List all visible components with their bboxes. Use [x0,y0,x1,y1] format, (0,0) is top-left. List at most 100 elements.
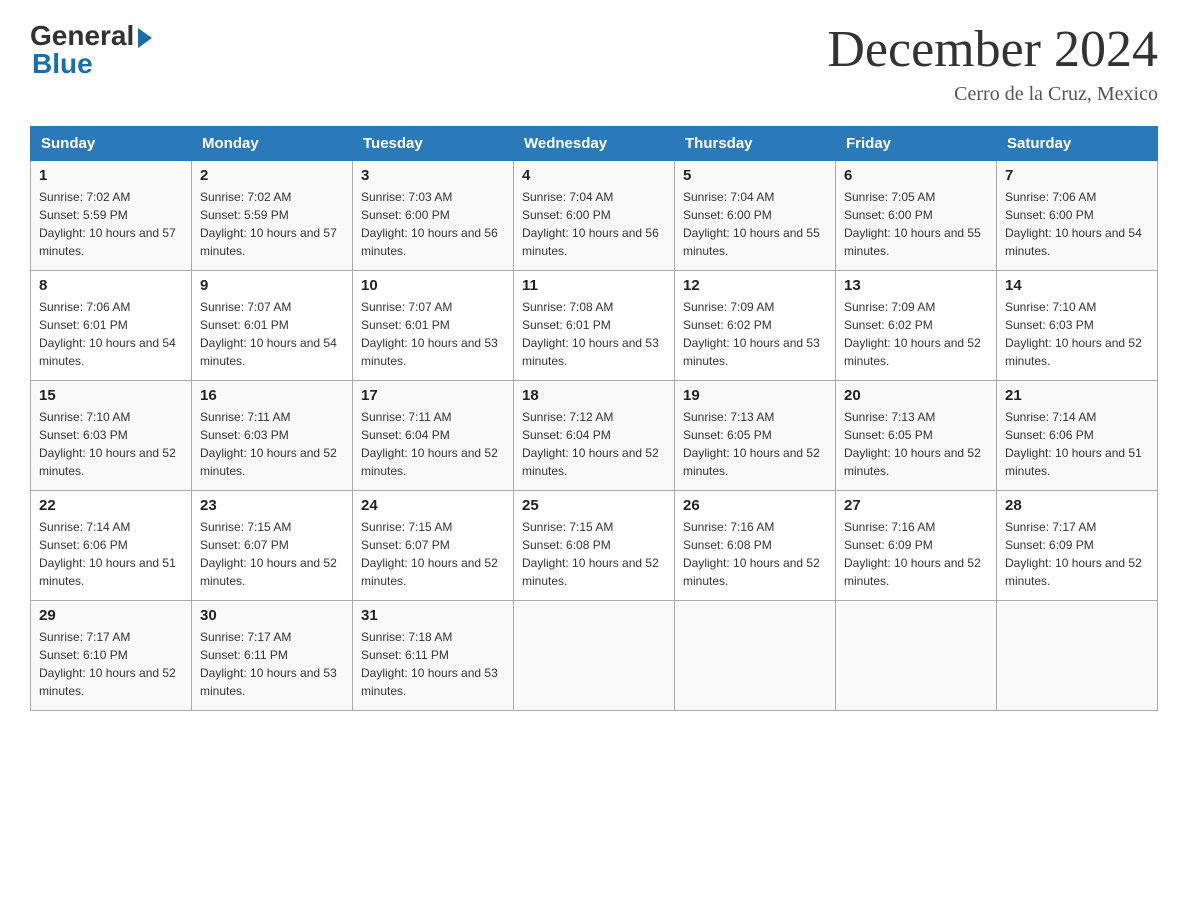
day-cell: 24 Sunrise: 7:15 AMSunset: 6:07 PMDaylig… [353,491,514,601]
day-info: Sunrise: 7:04 AMSunset: 6:00 PMDaylight:… [522,190,659,258]
day-number: 12 [683,277,827,294]
day-number: 18 [522,387,666,404]
day-number: 15 [39,387,183,404]
day-cell: 26 Sunrise: 7:16 AMSunset: 6:08 PMDaylig… [675,491,836,601]
day-info: Sunrise: 7:13 AMSunset: 6:05 PMDaylight:… [683,410,820,478]
day-number: 11 [522,277,666,294]
day-number: 30 [200,607,344,624]
day-info: Sunrise: 7:17 AMSunset: 6:09 PMDaylight:… [1005,520,1142,588]
day-cell: 15 Sunrise: 7:10 AMSunset: 6:03 PMDaylig… [31,381,192,491]
day-cell: 17 Sunrise: 7:11 AMSunset: 6:04 PMDaylig… [353,381,514,491]
day-info: Sunrise: 7:06 AMSunset: 6:01 PMDaylight:… [39,300,176,368]
day-cell: 20 Sunrise: 7:13 AMSunset: 6:05 PMDaylig… [836,381,997,491]
day-number: 22 [39,497,183,514]
day-cell: 4 Sunrise: 7:04 AMSunset: 6:00 PMDayligh… [514,161,675,271]
month-title: December 2024 [827,20,1158,79]
day-cell: 25 Sunrise: 7:15 AMSunset: 6:08 PMDaylig… [514,491,675,601]
day-cell: 18 Sunrise: 7:12 AMSunset: 6:04 PMDaylig… [514,381,675,491]
day-info: Sunrise: 7:12 AMSunset: 6:04 PMDaylight:… [522,410,659,478]
day-cell: 10 Sunrise: 7:07 AMSunset: 6:01 PMDaylig… [353,271,514,381]
day-cell [836,601,997,711]
week-row-4: 22 Sunrise: 7:14 AMSunset: 6:06 PMDaylig… [31,491,1158,601]
day-info: Sunrise: 7:15 AMSunset: 6:07 PMDaylight:… [361,520,498,588]
header-saturday: Saturday [997,127,1158,161]
day-number: 21 [1005,387,1149,404]
day-number: 27 [844,497,988,514]
day-number: 10 [361,277,505,294]
day-info: Sunrise: 7:17 AMSunset: 6:10 PMDaylight:… [39,630,176,698]
calendar-table: SundayMondayTuesdayWednesdayThursdayFrid… [30,126,1158,711]
day-number: 5 [683,167,827,184]
day-info: Sunrise: 7:16 AMSunset: 6:09 PMDaylight:… [844,520,981,588]
day-number: 23 [200,497,344,514]
day-info: Sunrise: 7:17 AMSunset: 6:11 PMDaylight:… [200,630,337,698]
day-info: Sunrise: 7:04 AMSunset: 6:00 PMDaylight:… [683,190,820,258]
day-cell: 21 Sunrise: 7:14 AMSunset: 6:06 PMDaylig… [997,381,1158,491]
day-cell: 11 Sunrise: 7:08 AMSunset: 6:01 PMDaylig… [514,271,675,381]
day-number: 29 [39,607,183,624]
day-info: Sunrise: 7:07 AMSunset: 6:01 PMDaylight:… [361,300,498,368]
day-info: Sunrise: 7:15 AMSunset: 6:08 PMDaylight:… [522,520,659,588]
day-number: 26 [683,497,827,514]
day-cell: 3 Sunrise: 7:03 AMSunset: 6:00 PMDayligh… [353,161,514,271]
day-info: Sunrise: 7:18 AMSunset: 6:11 PMDaylight:… [361,630,498,698]
header-thursday: Thursday [675,127,836,161]
day-info: Sunrise: 7:16 AMSunset: 6:08 PMDaylight:… [683,520,820,588]
logo: General Blue [30,20,152,80]
day-cell: 31 Sunrise: 7:18 AMSunset: 6:11 PMDaylig… [353,601,514,711]
day-info: Sunrise: 7:10 AMSunset: 6:03 PMDaylight:… [39,410,176,478]
logo-triangle-icon [138,28,152,48]
header-wednesday: Wednesday [514,127,675,161]
day-number: 3 [361,167,505,184]
day-number: 20 [844,387,988,404]
day-cell: 22 Sunrise: 7:14 AMSunset: 6:06 PMDaylig… [31,491,192,601]
day-number: 25 [522,497,666,514]
day-number: 14 [1005,277,1149,294]
day-number: 16 [200,387,344,404]
header-row: SundayMondayTuesdayWednesdayThursdayFrid… [31,127,1158,161]
day-info: Sunrise: 7:02 AMSunset: 5:59 PMDaylight:… [39,190,176,258]
day-number: 9 [200,277,344,294]
day-cell: 14 Sunrise: 7:10 AMSunset: 6:03 PMDaylig… [997,271,1158,381]
logo-blue-text: Blue [32,48,93,80]
day-info: Sunrise: 7:11 AMSunset: 6:03 PMDaylight:… [200,410,337,478]
day-info: Sunrise: 7:03 AMSunset: 6:00 PMDaylight:… [361,190,498,258]
day-cell: 5 Sunrise: 7:04 AMSunset: 6:00 PMDayligh… [675,161,836,271]
header-sunday: Sunday [31,127,192,161]
day-number: 24 [361,497,505,514]
day-number: 1 [39,167,183,184]
day-number: 6 [844,167,988,184]
day-cell: 7 Sunrise: 7:06 AMSunset: 6:00 PMDayligh… [997,161,1158,271]
day-info: Sunrise: 7:11 AMSunset: 6:04 PMDaylight:… [361,410,498,478]
header-friday: Friday [836,127,997,161]
day-info: Sunrise: 7:07 AMSunset: 6:01 PMDaylight:… [200,300,337,368]
day-number: 13 [844,277,988,294]
day-cell [997,601,1158,711]
day-number: 4 [522,167,666,184]
day-info: Sunrise: 7:05 AMSunset: 6:00 PMDaylight:… [844,190,981,258]
day-number: 2 [200,167,344,184]
day-number: 31 [361,607,505,624]
day-info: Sunrise: 7:08 AMSunset: 6:01 PMDaylight:… [522,300,659,368]
day-info: Sunrise: 7:13 AMSunset: 6:05 PMDaylight:… [844,410,981,478]
day-cell: 6 Sunrise: 7:05 AMSunset: 6:00 PMDayligh… [836,161,997,271]
day-info: Sunrise: 7:14 AMSunset: 6:06 PMDaylight:… [1005,410,1142,478]
day-cell: 29 Sunrise: 7:17 AMSunset: 6:10 PMDaylig… [31,601,192,711]
day-info: Sunrise: 7:06 AMSunset: 6:00 PMDaylight:… [1005,190,1142,258]
day-info: Sunrise: 7:14 AMSunset: 6:06 PMDaylight:… [39,520,176,588]
day-cell: 9 Sunrise: 7:07 AMSunset: 6:01 PMDayligh… [192,271,353,381]
day-cell: 27 Sunrise: 7:16 AMSunset: 6:09 PMDaylig… [836,491,997,601]
day-number: 7 [1005,167,1149,184]
day-cell: 1 Sunrise: 7:02 AMSunset: 5:59 PMDayligh… [31,161,192,271]
week-row-2: 8 Sunrise: 7:06 AMSunset: 6:01 PMDayligh… [31,271,1158,381]
day-cell [514,601,675,711]
header-tuesday: Tuesday [353,127,514,161]
day-number: 8 [39,277,183,294]
day-cell: 8 Sunrise: 7:06 AMSunset: 6:01 PMDayligh… [31,271,192,381]
day-number: 17 [361,387,505,404]
day-cell: 2 Sunrise: 7:02 AMSunset: 5:59 PMDayligh… [192,161,353,271]
title-section: December 2024 Cerro de la Cruz, Mexico [827,20,1158,106]
day-info: Sunrise: 7:09 AMSunset: 6:02 PMDaylight:… [844,300,981,368]
day-cell: 28 Sunrise: 7:17 AMSunset: 6:09 PMDaylig… [997,491,1158,601]
day-info: Sunrise: 7:02 AMSunset: 5:59 PMDaylight:… [200,190,337,258]
